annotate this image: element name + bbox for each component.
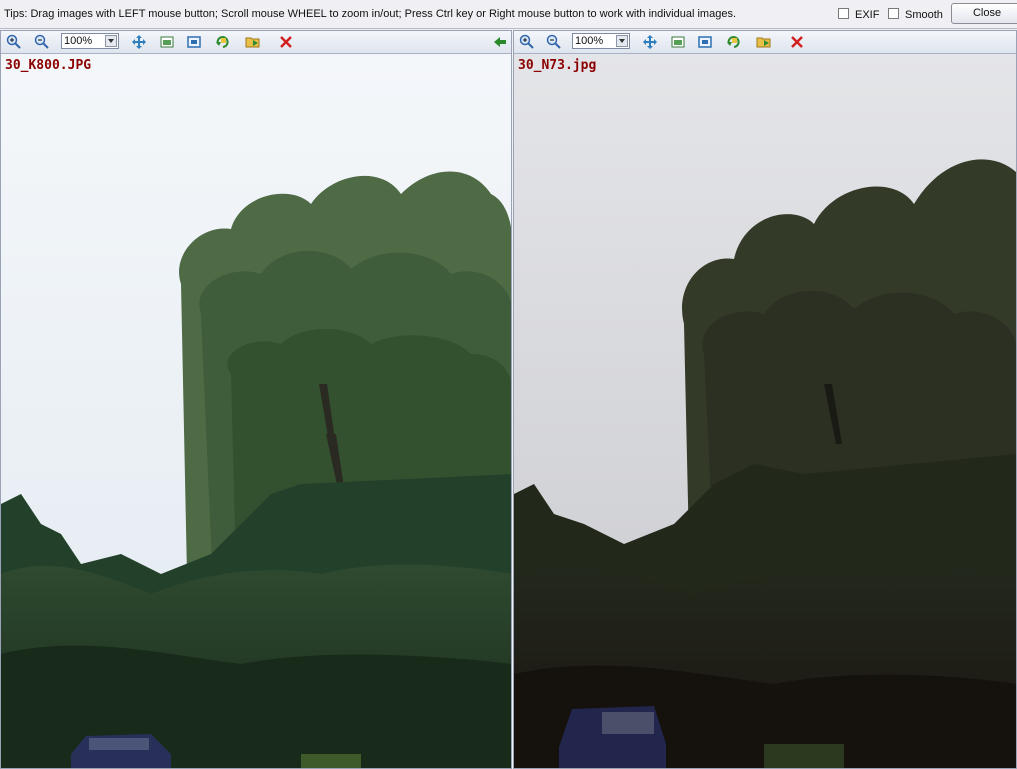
zoom-select[interactable]: 100% [61, 33, 119, 49]
open-folder-icon[interactable] [755, 33, 773, 51]
tree-photo-image [514, 54, 1016, 768]
tips-text: Tips: Drag images with LEFT mouse button… [4, 8, 736, 20]
left-pane-toolbar: 100% [1, 31, 511, 54]
fit-window-icon[interactable] [185, 33, 203, 51]
zoom-out-icon[interactable] [33, 33, 51, 51]
fit-move-icon[interactable] [130, 33, 148, 51]
chevron-down-icon[interactable] [105, 35, 117, 47]
rotate-icon[interactable] [725, 33, 743, 51]
close-button[interactable]: Close [951, 3, 1017, 24]
fit-window-icon[interactable] [696, 33, 714, 51]
open-folder-icon[interactable] [244, 33, 262, 51]
chevron-down-icon[interactable] [616, 35, 628, 47]
left-photo[interactable]: 30_K800.JPG [1, 54, 511, 768]
delete-icon[interactable] [788, 33, 806, 51]
arrow-left-icon[interactable] [491, 33, 509, 51]
actual-size-icon[interactable] [158, 33, 176, 51]
fit-move-icon[interactable] [641, 33, 659, 51]
right-image-pane[interactable]: 100% 30_N73.jpg [513, 30, 1017, 769]
delete-icon[interactable] [277, 33, 295, 51]
left-image-pane[interactable]: 100% 30_K800.JPG [0, 30, 512, 769]
exif-checkbox[interactable] [838, 8, 849, 19]
zoom-select[interactable]: 100% [572, 33, 630, 49]
right-filename: 30_N73.jpg [518, 58, 597, 73]
zoom-value: 100% [64, 35, 93, 47]
tree-photo-image [1, 54, 511, 768]
exif-label: EXIF [855, 9, 880, 21]
left-filename: 30_K800.JPG [5, 58, 92, 73]
zoom-out-icon[interactable] [545, 33, 563, 51]
zoom-value: 100% [575, 35, 604, 47]
smooth-label: Smooth [905, 9, 943, 21]
zoom-in-icon[interactable] [518, 33, 536, 51]
rotate-icon[interactable] [214, 33, 232, 51]
tips-bar: Tips: Drag images with LEFT mouse button… [0, 0, 1017, 29]
right-pane-toolbar: 100% [514, 31, 1016, 54]
zoom-in-icon[interactable] [5, 33, 23, 51]
right-photo[interactable]: 30_N73.jpg [514, 54, 1016, 768]
smooth-checkbox[interactable] [888, 8, 899, 19]
actual-size-icon[interactable] [669, 33, 687, 51]
